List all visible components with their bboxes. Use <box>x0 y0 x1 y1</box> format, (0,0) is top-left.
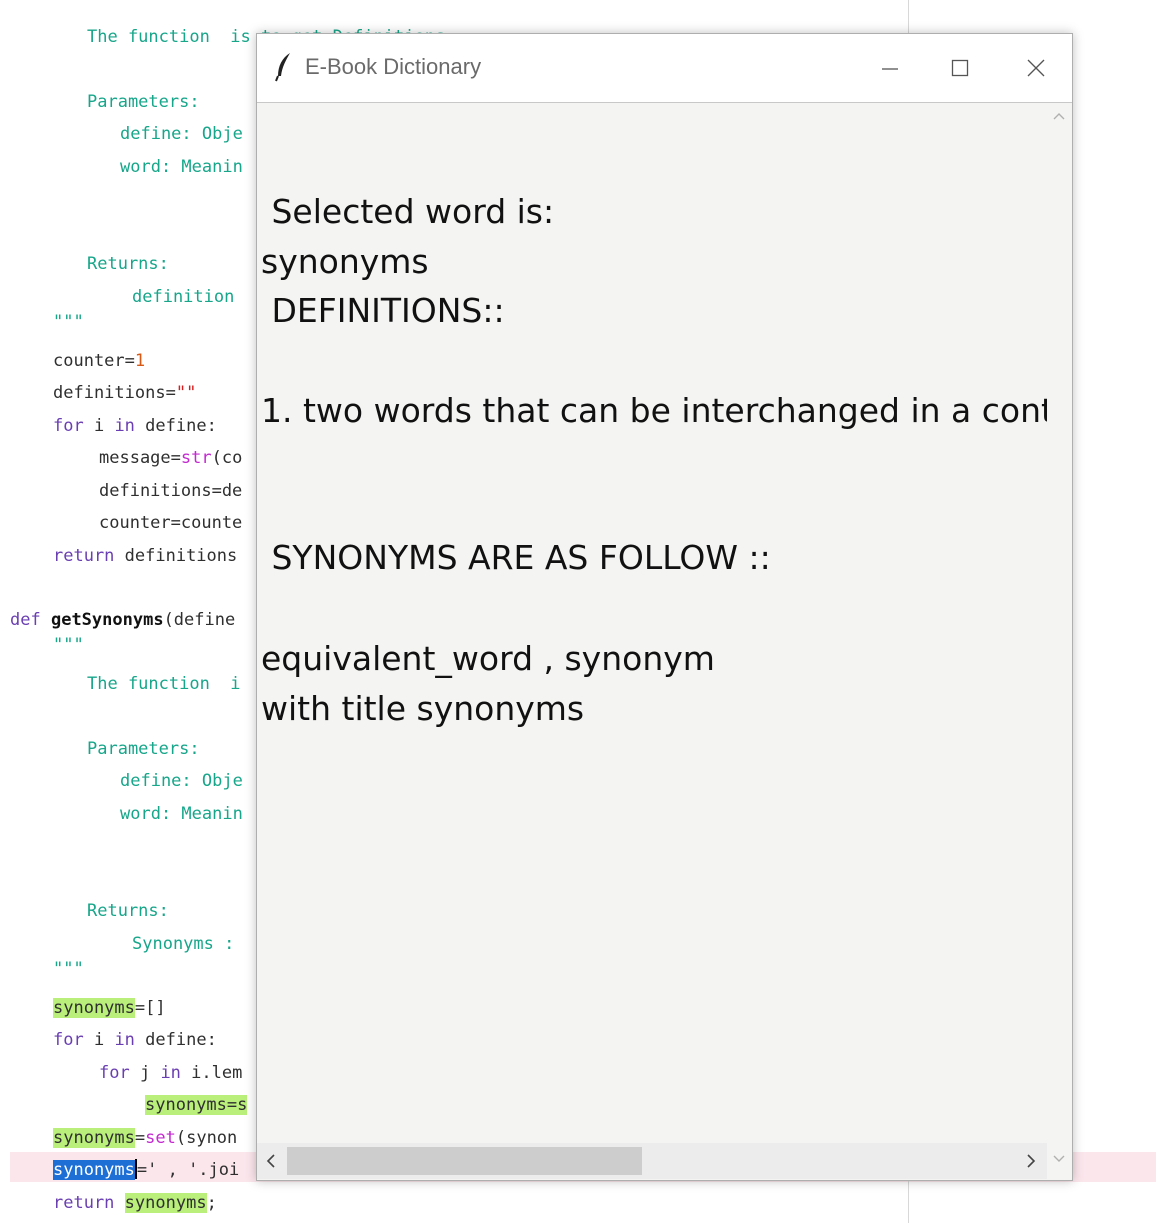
horizontal-scroll-thumb[interactable] <box>287 1147 642 1175</box>
close-icon <box>1027 59 1045 77</box>
code-line[interactable]: for i in define: <box>53 1028 217 1052</box>
code-token: =' , '.joi <box>136 1160 240 1180</box>
code-line[interactable]: Parameters: <box>87 737 200 761</box>
code-line[interactable]: Returns: <box>87 252 169 276</box>
code-line[interactable]: synonyms=[] <box>53 996 166 1020</box>
title-synonyms-line: with title synonyms <box>261 689 585 728</box>
maximize-icon <box>951 59 969 77</box>
dictionary-window[interactable]: E-Book Dictionary Selected word is: syno… <box>256 33 1073 1181</box>
code-line[interactable]: define: Obje <box>120 769 243 793</box>
code-line[interactable]: """ <box>53 310 84 334</box>
code-token: (co <box>211 448 243 468</box>
code-token: for <box>53 1030 84 1050</box>
code-token: i <box>83 416 115 436</box>
code-token: in <box>160 1063 181 1083</box>
code-token: (synon <box>175 1128 238 1148</box>
minimize-icon <box>882 68 898 70</box>
code-line[interactable]: Synonyms : <box>132 932 234 956</box>
code-token: (define <box>163 610 236 630</box>
code-token: return <box>53 1193 115 1213</box>
code-token: counter= <box>53 351 135 371</box>
code-token: define: <box>134 1030 217 1050</box>
scroll-right-icon[interactable] <box>1025 1153 1037 1169</box>
code-token: i <box>83 1030 115 1050</box>
code-line[interactable]: counter=1 <box>53 349 145 373</box>
vertical-scrollbar[interactable] <box>1047 103 1071 1143</box>
synonyms-heading: SYNONYMS ARE AS FOLLOW :: <box>261 538 771 577</box>
code-token: in <box>114 1030 135 1050</box>
code-line[interactable]: message=str(co <box>99 446 242 470</box>
code-line[interactable]: return synonyms; <box>53 1191 217 1215</box>
scroll-down-icon[interactable] <box>1052 1154 1066 1164</box>
close-button[interactable] <box>1013 48 1059 88</box>
code-token: = <box>134 1128 146 1148</box>
code-line[interactable]: synonyms =' , '.joi <box>53 1158 239 1182</box>
selected-text[interactable]: synonyms <box>53 1160 135 1180</box>
code-line[interactable]: define: Obje <box>120 122 243 146</box>
code-token: i.lem <box>180 1063 243 1083</box>
code-line[interactable]: definitions=de <box>99 479 242 503</box>
minimize-button[interactable] <box>867 48 913 88</box>
code-token: for <box>53 416 84 436</box>
occurrence-highlight: synonyms=s <box>145 1095 248 1115</box>
code-line[interactable]: definitions="" <box>53 381 196 405</box>
code-token: ; <box>206 1193 217 1213</box>
code-line[interactable]: def getSynonyms(define <box>10 608 235 632</box>
code-token: "" <box>175 383 197 403</box>
horizontal-scrollbar[interactable] <box>257 1143 1047 1179</box>
code-token: message= <box>99 448 181 468</box>
code-line[interactable]: for j in i.lem <box>99 1061 242 1085</box>
code-token: 1 <box>134 351 146 371</box>
scroll-up-icon[interactable] <box>1052 111 1066 121</box>
code-token: =[] <box>134 998 166 1018</box>
code-line[interactable]: Returns: <box>87 899 169 923</box>
code-token: def <box>10 610 41 630</box>
occurrence-highlight: synonyms <box>53 998 135 1018</box>
code-token: set <box>145 1128 176 1148</box>
code-line[interactable]: word: Meanin <box>120 155 243 179</box>
occurrence-highlight: synonyms <box>53 1128 135 1148</box>
code-token: j <box>129 1063 161 1083</box>
code-line[interactable]: counter=counte <box>99 511 242 535</box>
code-line[interactable]: """ <box>53 957 84 981</box>
scroll-left-icon[interactable] <box>265 1153 277 1169</box>
maximize-button[interactable] <box>937 48 983 88</box>
function-name: getSynonyms <box>50 610 164 630</box>
code-line[interactable]: synonyms=s <box>145 1093 248 1117</box>
dictionary-content[interactable]: Selected word is: synonyms DEFINITIONS::… <box>257 103 1047 1143</box>
selected-word: synonyms <box>261 242 429 281</box>
code-token: return <box>53 546 115 566</box>
window-titlebar[interactable]: E-Book Dictionary <box>257 34 1072 103</box>
code-token: definitions <box>114 546 238 566</box>
code-line[interactable]: definition <box>132 285 234 309</box>
selected-word-label: Selected word is: <box>261 192 555 231</box>
code-line[interactable]: synonyms=set(synon <box>53 1126 237 1150</box>
definition-item: 1. two words that can be interchanged in… <box>261 391 1047 430</box>
feather-icon <box>275 52 293 82</box>
code-token: definitions= <box>53 383 176 403</box>
code-line[interactable]: The function i <box>87 672 241 696</box>
code-token: define: <box>134 416 217 436</box>
code-token: str <box>180 448 212 468</box>
definitions-heading: DEFINITIONS:: <box>261 291 505 330</box>
code-line[interactable]: """ <box>53 633 84 657</box>
window-title: E-Book Dictionary <box>305 54 482 79</box>
occurrence-highlight: synonyms <box>124 1193 207 1213</box>
code-token: for <box>99 1063 130 1083</box>
code-line[interactable]: for i in define: <box>53 414 217 438</box>
code-token: in <box>114 416 135 436</box>
code-line[interactable]: Parameters: <box>87 90 200 114</box>
code-line[interactable]: return definitions <box>53 544 237 568</box>
code-line[interactable]: word: Meanin <box>120 802 243 826</box>
synonyms-list: equivalent_word , synonym <box>261 639 715 678</box>
